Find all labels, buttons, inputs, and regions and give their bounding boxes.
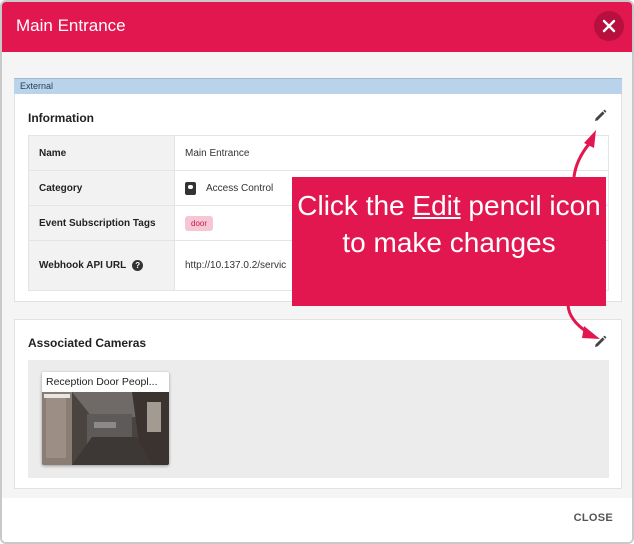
instruction-callout: Click the Edit pencil icon to make chang… xyxy=(292,177,606,306)
callout-text-start: Click the xyxy=(297,190,413,221)
callout-edit-word: Edit xyxy=(412,190,461,221)
device-dialog: Main Entrance External Information Name … xyxy=(0,0,634,544)
